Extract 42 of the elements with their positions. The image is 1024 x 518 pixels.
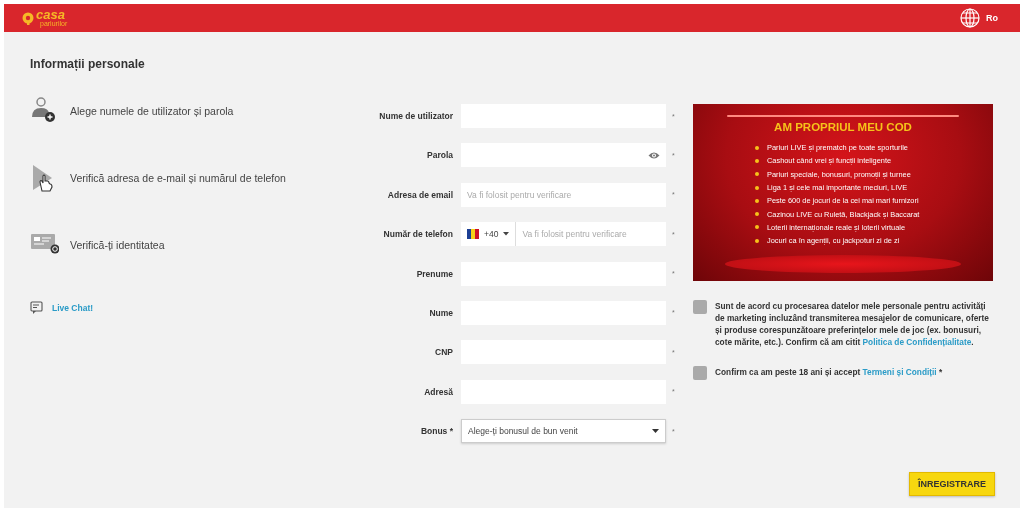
consent-text: Sunt de acord cu procesarea datelor mele personale pentru activități de marketing incluzând transmiterea mesajelor de comunicare, oferte și produse corespunzătoare preferințelor mele de joc (ex. bonusuri, cote mărite, etc.). Confirm că am citit Politica de Confidențialitate. (715, 300, 990, 348)
bullet-icon (755, 172, 759, 177)
bullet-icon (755, 212, 759, 217)
field-label: Nume de utilizator (378, 111, 453, 121)
field-label: Adresă (423, 386, 453, 397)
promo-title: AM PROPRIUL MEU COD (773, 121, 913, 133)
step-label: Alege numele de utilizator și parola (70, 105, 234, 117)
chat-icon (30, 301, 43, 314)
field-label: Număr de telefon (382, 229, 453, 240)
globe-icon[interactable] (960, 8, 980, 28)
password-field[interactable] (461, 143, 666, 168)
language-selector[interactable]: Ro (986, 13, 998, 23)
step-label: Verifică-ți identitatea (70, 239, 165, 251)
field-label: Parola (426, 150, 453, 161)
section-title: Informații personale (30, 57, 146, 71)
field-label: Nume (428, 307, 453, 318)
field-label: CNP (434, 347, 453, 358)
policy-link[interactable]: Termeni și Condiții (862, 367, 937, 377)
country-code-selector[interactable]: +40 (467, 222, 517, 247)
field-label: Bonus * (419, 426, 453, 437)
logo-name: casa (36, 9, 65, 20)
bonus-dropdown[interactable]: Alege-ți bonusul de bun venit (461, 419, 666, 444)
caret-icon (652, 429, 659, 434)
bullet-icon (755, 185, 759, 190)
bullet-icon (755, 158, 759, 163)
eye-icon[interactable] (648, 150, 660, 160)
logo-icon (22, 11, 34, 25)
flag-icon (467, 229, 479, 240)
live-chat-link[interactable]: Live Chat! (52, 302, 94, 313)
caret-icon (503, 232, 510, 237)
phone-field[interactable]: +40 Va fi folosit pentru verificare (461, 222, 666, 247)
field-label: Adresa de email (386, 189, 453, 200)
register-button[interactable]: ÎNREGISTRARE (909, 472, 995, 496)
step-label: Verifică adresa de e-mail și numărul de telefon (70, 172, 286, 184)
bullet-icon (755, 225, 759, 230)
bullet-icon (755, 198, 759, 203)
bullet-icon (755, 145, 759, 150)
checkbox[interactable] (693, 300, 707, 314)
field-label: Prenume (415, 268, 453, 279)
bullet-icon (755, 238, 759, 243)
checkbox[interactable] (693, 366, 707, 380)
consent-text: Confirm ca am peste 18 ani și accept Termeni și Condiții * (715, 366, 944, 378)
